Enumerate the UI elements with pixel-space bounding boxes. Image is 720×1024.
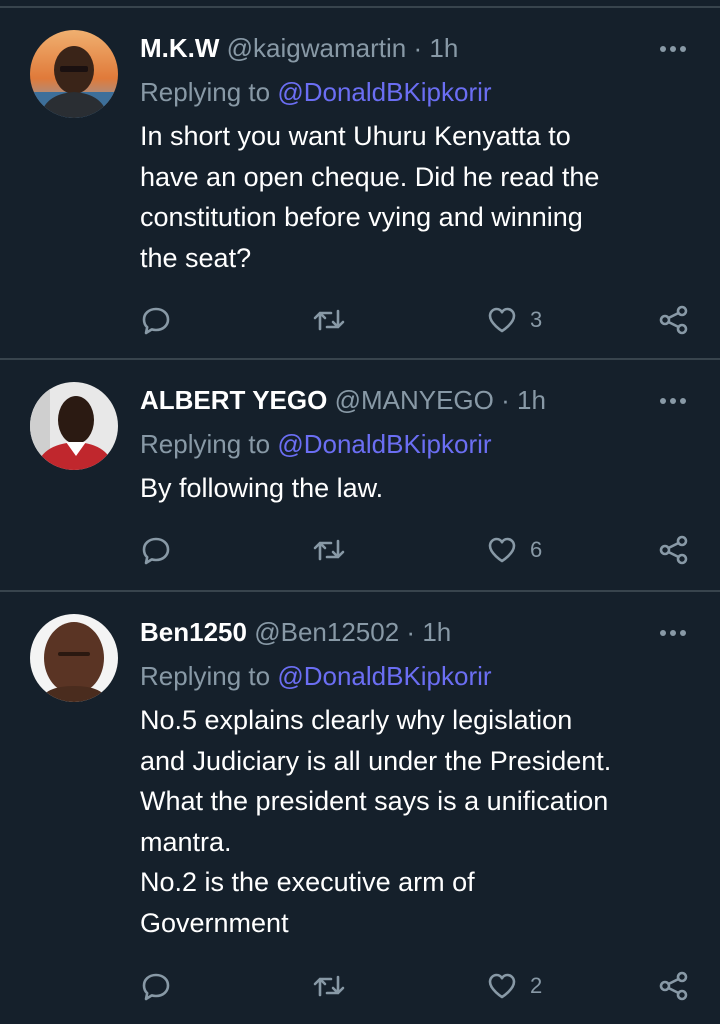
like-count: 3	[530, 307, 543, 332]
like-button[interactable]: 3	[486, 300, 542, 340]
retweet-button[interactable]	[312, 530, 346, 570]
reply-thread: M.K.W @kaigwamartin · 1h Replying to @Do…	[0, 0, 720, 1024]
user-handle[interactable]: @Ben12502	[254, 617, 399, 647]
separator: ·	[413, 33, 423, 63]
replying-prefix: Replying to	[140, 77, 271, 107]
tweet-reply[interactable]: Ben1250 @Ben12502 · 1h Replying to @Dona…	[0, 592, 720, 1024]
tweet-text: In short you want Uhuru Kenyatta to have…	[140, 116, 696, 278]
tweet-text-line: In short you want Uhuru Kenyatta to	[140, 121, 571, 151]
heart-icon	[488, 307, 516, 333]
tweet-text-line: Government	[140, 907, 289, 938]
heart-icon	[488, 537, 516, 563]
timestamp[interactable]: 1h	[422, 617, 451, 647]
reply-button[interactable]	[140, 300, 172, 340]
tweet-reply[interactable]: ALBERT YEGO @MANYEGO · 1h Replying to @D…	[0, 360, 720, 590]
tweet-text-line: have an open cheque. Did he read the	[140, 161, 600, 192]
tweet-text: By following the law.	[140, 468, 696, 509]
share-button[interactable]	[658, 966, 690, 1006]
timestamp[interactable]: 1h	[429, 33, 458, 63]
tweet-text-line: constitution before vying and winning	[140, 202, 583, 232]
mention-link[interactable]: @DonaldBKipkorir	[277, 661, 491, 691]
tweet-text-line: mantra.	[140, 826, 232, 857]
mention-link[interactable]: @DonaldBKipkorir	[277, 77, 491, 107]
share-icon	[659, 305, 688, 335]
user-handle[interactable]: @MANYEGO	[335, 385, 494, 415]
user-handle[interactable]: @kaigwamartin	[227, 33, 407, 63]
tweet-text-line: No.2 is the executive arm of	[140, 867, 475, 897]
more-options-icon[interactable]	[658, 42, 688, 54]
separator: ·	[406, 617, 416, 647]
more-options-icon[interactable]	[658, 394, 688, 406]
share-icon	[659, 535, 688, 565]
tweet-text-line: What the president says is a unification	[140, 786, 609, 816]
display-name[interactable]: ALBERT YEGO	[140, 385, 327, 415]
action-bar: 3	[0, 300, 720, 340]
tweet-text-line: By following the law.	[140, 473, 384, 503]
action-bar: 2	[0, 966, 720, 1006]
like-button[interactable]: 6	[486, 530, 542, 570]
heart-icon	[488, 973, 516, 999]
tweet-text-line: the seat?	[140, 242, 252, 273]
replying-to: Replying to @DonaldBKipkorir	[140, 658, 492, 694]
tweet-reply[interactable]: M.K.W @kaigwamartin · 1h Replying to @Do…	[0, 8, 720, 358]
action-bar: 6	[0, 530, 720, 570]
reply-icon	[142, 307, 170, 335]
retweet-icon	[313, 309, 345, 331]
reply-button[interactable]	[140, 530, 172, 570]
like-count: 2	[530, 973, 543, 998]
retweet-icon	[313, 975, 345, 997]
reply-icon	[142, 973, 170, 1001]
retweet-button[interactable]	[312, 966, 346, 1006]
timestamp[interactable]: 1h	[517, 385, 546, 415]
tweet-text-line: and Judiciary is all under the President…	[140, 745, 612, 776]
share-button[interactable]	[658, 300, 690, 340]
tweet-text-line: No.5 explains clearly why legislation	[140, 705, 573, 735]
like-button[interactable]: 2	[486, 966, 542, 1006]
tweet-text: No.5 explains clearly why legislation an…	[140, 700, 696, 943]
more-options-icon[interactable]	[658, 626, 688, 638]
avatar[interactable]	[30, 30, 118, 118]
display-name[interactable]: Ben1250	[140, 617, 247, 647]
share-button[interactable]	[658, 530, 690, 570]
tweet-header: M.K.W @kaigwamartin · 1h	[140, 30, 458, 66]
share-icon	[659, 971, 688, 1001]
reply-icon	[142, 537, 170, 565]
reply-button[interactable]	[140, 966, 172, 1006]
like-count: 6	[530, 537, 543, 562]
replying-to: Replying to @DonaldBKipkorir	[140, 74, 492, 110]
tweet-header: Ben1250 @Ben12502 · 1h	[140, 614, 451, 650]
replying-prefix: Replying to	[140, 429, 271, 459]
separator: ·	[501, 385, 510, 415]
display-name[interactable]: M.K.W	[140, 33, 219, 63]
mention-link[interactable]: @DonaldBKipkorir	[277, 429, 491, 459]
replying-prefix: Replying to	[140, 661, 271, 691]
avatar[interactable]	[30, 382, 118, 470]
avatar[interactable]	[30, 614, 118, 702]
replying-to: Replying to @DonaldBKipkorir	[140, 426, 492, 462]
retweet-button[interactable]	[312, 300, 346, 340]
tweet-header: ALBERT YEGO @MANYEGO · 1h	[140, 382, 546, 418]
retweet-icon	[313, 539, 345, 561]
